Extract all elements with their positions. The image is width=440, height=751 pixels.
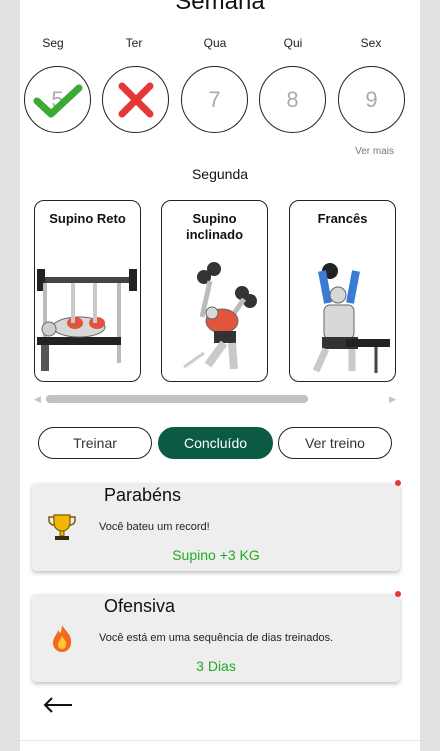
workout-day-title: Segunda bbox=[191, 166, 249, 182]
notification-message: Você está em uma sequência de dias trein… bbox=[99, 632, 334, 644]
notification-title: Parabéns bbox=[104, 485, 182, 505]
day-label-qui: Qui bbox=[283, 36, 303, 50]
scroll-right-icon[interactable]: ▶ bbox=[389, 394, 396, 405]
day-number: 8 bbox=[286, 87, 299, 112]
exercise-card-supino-inclinado[interactable]: Supino inclinado bbox=[161, 200, 268, 382]
unread-dot bbox=[395, 480, 401, 486]
exercise-name: Supino Reto bbox=[49, 211, 126, 226]
page-title: Semana bbox=[175, 0, 265, 15]
back-arrow-icon[interactable] bbox=[42, 694, 74, 716]
bottom-divider bbox=[20, 740, 420, 741]
day-label-ter: Ter bbox=[125, 36, 143, 50]
view-workout-button[interactable]: Ver treino bbox=[278, 427, 392, 459]
exercise-scrollbar[interactable]: ◀ ▶ bbox=[34, 394, 396, 404]
day-circle-qui[interactable]: 8 bbox=[259, 66, 326, 133]
exercise-card-frances[interactable]: Francês bbox=[289, 200, 396, 382]
scroll-left-icon[interactable]: ◀ bbox=[34, 394, 41, 405]
exercise-card-supino-reto[interactable]: Supino Reto bbox=[34, 200, 141, 382]
notification-value: Supino +3 KG bbox=[172, 547, 260, 563]
scroll-thumb[interactable] bbox=[46, 395, 308, 403]
notification-title: Ofensiva bbox=[104, 596, 176, 616]
train-button[interactable]: Treinar bbox=[38, 427, 152, 459]
unread-dot bbox=[395, 591, 401, 597]
done-button[interactable]: Concluído bbox=[158, 427, 273, 459]
day-label-seg: Seg bbox=[42, 36, 64, 50]
notification-streak[interactable]: Ofensiva Você está em uma sequência de d… bbox=[32, 594, 400, 682]
notification-value: 3 Dias bbox=[196, 658, 236, 674]
notification-message: Você bateu um record! bbox=[99, 521, 210, 533]
see-more-link[interactable]: Ver mais bbox=[355, 146, 394, 157]
day-circle-qua[interactable]: 7 bbox=[181, 66, 248, 133]
french-press-illustration bbox=[312, 263, 390, 373]
day-number: 7 bbox=[208, 87, 221, 112]
bench-press-illustration bbox=[37, 269, 137, 371]
app-screen: Semana Seg Ter Qua Qui Sex 5 6 7 8 9 Ver… bbox=[20, 0, 420, 751]
day-label-qua: Qua bbox=[203, 36, 227, 50]
trophy-icon bbox=[48, 514, 76, 540]
day-circle-sex[interactable]: 9 bbox=[338, 66, 405, 133]
day-number: 9 bbox=[365, 87, 378, 112]
day-circle-ter[interactable]: 6 bbox=[102, 66, 169, 133]
incline-press-illustration bbox=[183, 262, 257, 370]
cross-icon bbox=[118, 82, 154, 118]
exercise-name: Francês bbox=[317, 211, 368, 226]
day-label-sex: Sex bbox=[360, 36, 382, 50]
day-circle-seg[interactable]: 5 bbox=[24, 66, 91, 133]
notification-record[interactable]: Parabéns Você bateu um record! Supino +3… bbox=[32, 483, 400, 571]
fire-icon bbox=[53, 625, 72, 652]
check-icon bbox=[33, 84, 83, 118]
exercise-name: Supino inclinado bbox=[185, 211, 244, 242]
